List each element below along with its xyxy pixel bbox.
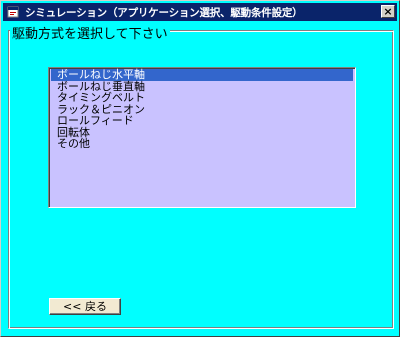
title-bar[interactable]: シミュレーション（アプリケーション選択、駆動条件設定） ×	[3, 3, 397, 21]
window-title: シミュレーション（アプリケーション選択、駆動条件設定）	[25, 6, 303, 19]
group-legend: 駆動方式を選択して下さい	[10, 23, 170, 42]
app-icon[interactable]	[6, 5, 20, 19]
app-window: シミュレーション（アプリケーション選択、駆動条件設定） × 駆動方式を選択して下…	[0, 0, 400, 337]
list-item-timing-belt[interactable]: タイミングベルト	[51, 92, 353, 104]
list-item-other[interactable]: その他	[51, 138, 353, 150]
drive-method-listbox[interactable]: ボールねじ水平軸 ボールねじ垂直軸 タイミングベルト ラック＆ピニオン ロールフ…	[48, 67, 356, 208]
close-button[interactable]: ×	[381, 5, 395, 18]
list-item-ballscrew-horizontal[interactable]: ボールねじ水平軸	[51, 69, 353, 81]
back-button[interactable]: << 戻る	[49, 298, 121, 315]
list-item-roll-feed[interactable]: ロールフィード	[51, 115, 353, 127]
close-icon: ×	[383, 4, 393, 18]
list-item-rotary-body[interactable]: 回転体	[51, 126, 353, 139]
